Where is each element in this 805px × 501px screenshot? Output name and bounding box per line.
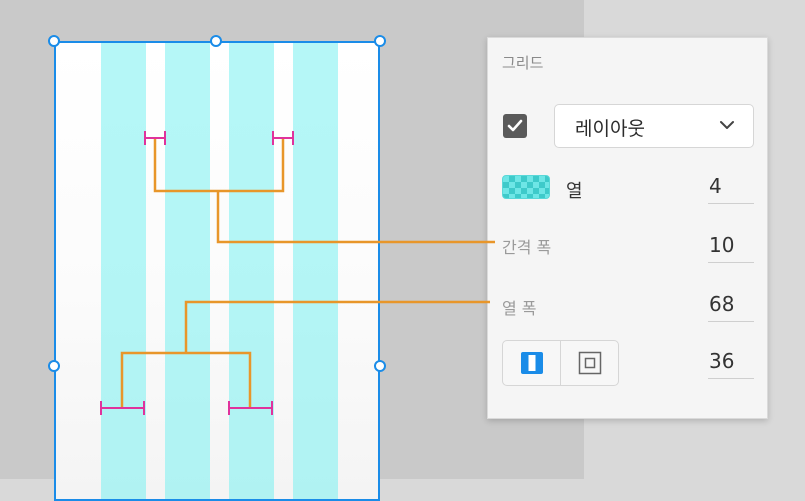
annotation-overlay bbox=[100, 131, 495, 415]
column-width-callout-line bbox=[120, 300, 490, 407]
gutter-measure-marker bbox=[144, 131, 294, 145]
column-width-measure-marker bbox=[100, 401, 273, 415]
gutter-callout-line bbox=[153, 138, 495, 244]
